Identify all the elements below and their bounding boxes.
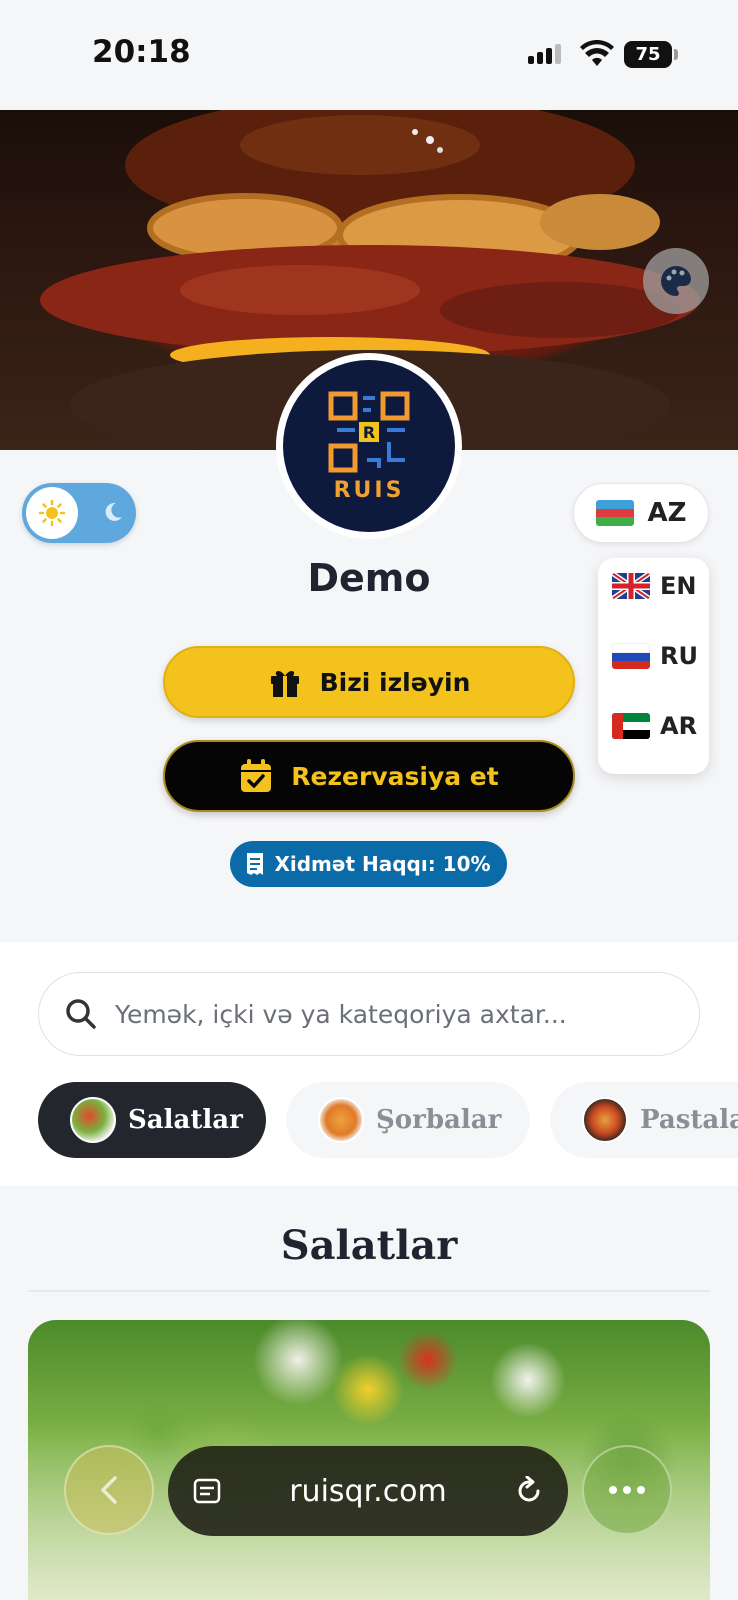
battery-icon: 75 (624, 41, 672, 68)
receipt-icon (247, 853, 264, 875)
tabs-icon (193, 1478, 221, 1504)
palette-icon (661, 266, 691, 296)
status-bar: 20:18 75 (0, 0, 738, 110)
restaurant-name: Demo (307, 556, 431, 600)
more-dot (609, 1486, 617, 1494)
language-option-label: RU (660, 642, 698, 670)
current-language: AZ (647, 498, 687, 528)
follow-us-label: Bizi izləyin (319, 667, 471, 697)
language-option-ru[interactable]: RU (612, 642, 698, 670)
logo-wordmark: RUIS (333, 477, 405, 503)
menu-search-section: Yemək, içki və ya kateqoriya axtar... Sa… (0, 942, 738, 1186)
language-selector[interactable]: AZ (573, 483, 709, 543)
chevron-left-icon (101, 1476, 117, 1504)
theme-palette-button[interactable] (643, 248, 709, 314)
calendar-check-icon (241, 759, 272, 792)
toggle-knob (26, 487, 78, 539)
language-option-ar[interactable]: AR (612, 712, 697, 740)
search-placeholder: Yemək, içki və ya kateqoriya axtar... (115, 999, 567, 1029)
reservation-label: Rezervasiya et (291, 761, 499, 791)
category-tabs: Salatlar Şorbalar Pastalar (0, 1082, 738, 1158)
follow-us-button[interactable]: Bizi izləyin (163, 646, 575, 718)
moon-icon (105, 502, 122, 521)
service-fee-label: Xidmət Haqqı: 10% (274, 852, 491, 876)
search-icon (66, 999, 96, 1029)
gift-icon (270, 671, 299, 697)
restaurant-logo: R RUIS (276, 353, 462, 539)
more-dot (637, 1486, 645, 1494)
sun-icon (39, 500, 65, 526)
browser-more-button[interactable] (582, 1445, 672, 1535)
tab-label: Şorbalar (376, 1105, 502, 1135)
browser-back-button[interactable] (64, 1445, 154, 1535)
wifi-icon (580, 40, 614, 66)
svg-text:R: R (363, 423, 375, 442)
section-title: Salatlar (280, 1222, 458, 1269)
tab-salatlar[interactable]: Salatlar (38, 1082, 266, 1158)
battery-cap (674, 49, 678, 60)
salad-thumbnail-icon (70, 1097, 116, 1143)
soup-thumbnail-icon (318, 1097, 364, 1143)
pasta-thumbnail-icon (582, 1097, 628, 1143)
status-time: 20:18 (92, 34, 191, 70)
ru-flag-icon (612, 643, 650, 669)
signal-icon (528, 44, 561, 64)
tab-label: Salatlar (128, 1105, 243, 1135)
dark-mode-toggle[interactable] (22, 483, 136, 543)
browser-url: ruisqr.com (289, 1473, 447, 1509)
more-dot (623, 1486, 631, 1494)
language-option-label: AR (660, 712, 698, 740)
uae-flag-icon (612, 713, 650, 739)
browser-address-bar[interactable]: ruisqr.com (168, 1446, 568, 1536)
reload-icon[interactable] (514, 1476, 544, 1506)
section-divider (28, 1290, 710, 1292)
qr-logo-icon: R (328, 391, 410, 472)
reservation-button[interactable]: Rezervasiya et (163, 740, 575, 812)
az-flag-icon (595, 500, 634, 526)
tab-label: Pastalar (640, 1105, 738, 1135)
tab-sorbalar[interactable]: Şorbalar (286, 1082, 530, 1158)
tab-pastalar[interactable]: Pastalar (550, 1082, 738, 1158)
service-fee-badge: Xidmət Haqqı: 10% (230, 841, 507, 887)
search-input[interactable]: Yemək, içki və ya kateqoriya axtar... (38, 972, 700, 1056)
